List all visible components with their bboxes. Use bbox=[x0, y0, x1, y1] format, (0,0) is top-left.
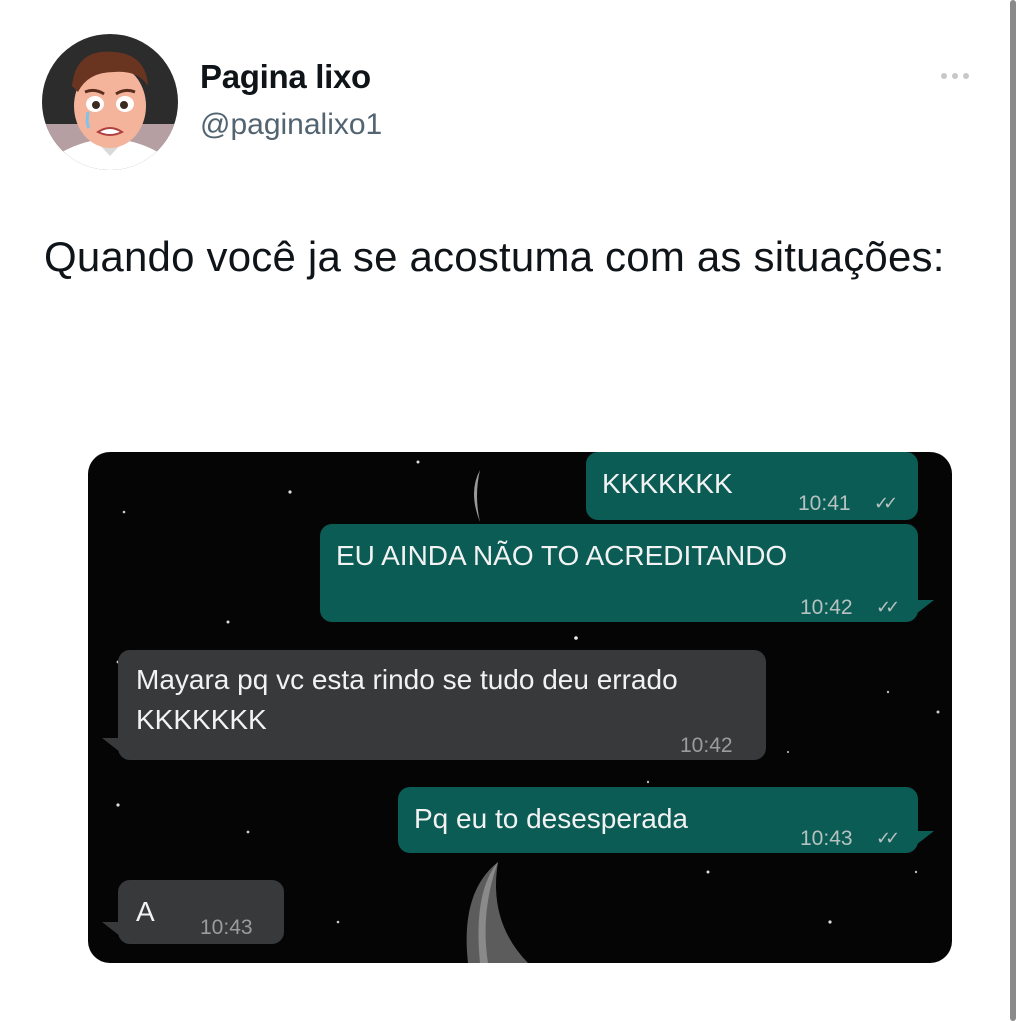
message-bubble[interactable]: Pq eu to desesperada 10:43 ✓✓ bbox=[398, 787, 918, 853]
message-text: Mayara pq vc esta rindo se tudo deu erra… bbox=[136, 664, 678, 735]
bubble-tail bbox=[102, 738, 120, 752]
avatar[interactable] bbox=[42, 34, 178, 170]
handle[interactable]: @paginalixo1 bbox=[200, 108, 382, 142]
message-time: 10:43 bbox=[800, 827, 853, 850]
display-name[interactable]: Pagina lixo bbox=[200, 58, 371, 96]
message-bubble[interactable]: KKKKKKK 10:41 ✓✓ bbox=[586, 452, 918, 520]
message-bubble[interactable]: A 10:43 bbox=[118, 880, 284, 944]
bubble-tail bbox=[916, 831, 934, 845]
message-time: 10:43 bbox=[200, 916, 253, 939]
read-receipt-icon: ✓✓ bbox=[876, 828, 900, 848]
more-options-icon[interactable] bbox=[941, 66, 981, 86]
bubble-tail bbox=[102, 922, 120, 936]
chat-screenshot[interactable]: KKKKKKK 10:41 ✓✓ EU AINDA NÃO TO ACREDIT… bbox=[88, 452, 952, 963]
message-bubble[interactable]: EU AINDA NÃO TO ACREDITANDO 10:42 ✓✓ bbox=[320, 524, 918, 622]
message-text: A bbox=[136, 896, 155, 927]
message-time: 10:42 bbox=[800, 596, 853, 619]
read-receipt-icon: ✓✓ bbox=[876, 597, 900, 617]
message-bubble[interactable]: Mayara pq vc esta rindo se tudo deu erra… bbox=[118, 650, 766, 760]
avatar-image bbox=[42, 34, 178, 170]
message-text: EU AINDA NÃO TO ACREDITANDO bbox=[336, 540, 788, 571]
bubble-tail bbox=[916, 600, 934, 614]
read-receipt-icon: ✓✓ bbox=[874, 493, 898, 513]
message-time: 10:41 bbox=[798, 492, 851, 515]
scrollbar[interactable] bbox=[1010, 0, 1016, 1021]
tweet-text: Quando você ja se acostuma com as situaç… bbox=[44, 233, 945, 280]
message-text: KKKKKKK bbox=[602, 468, 733, 499]
message-time: 10:42 bbox=[680, 734, 733, 757]
message-text: Pq eu to desesperada bbox=[414, 803, 688, 834]
